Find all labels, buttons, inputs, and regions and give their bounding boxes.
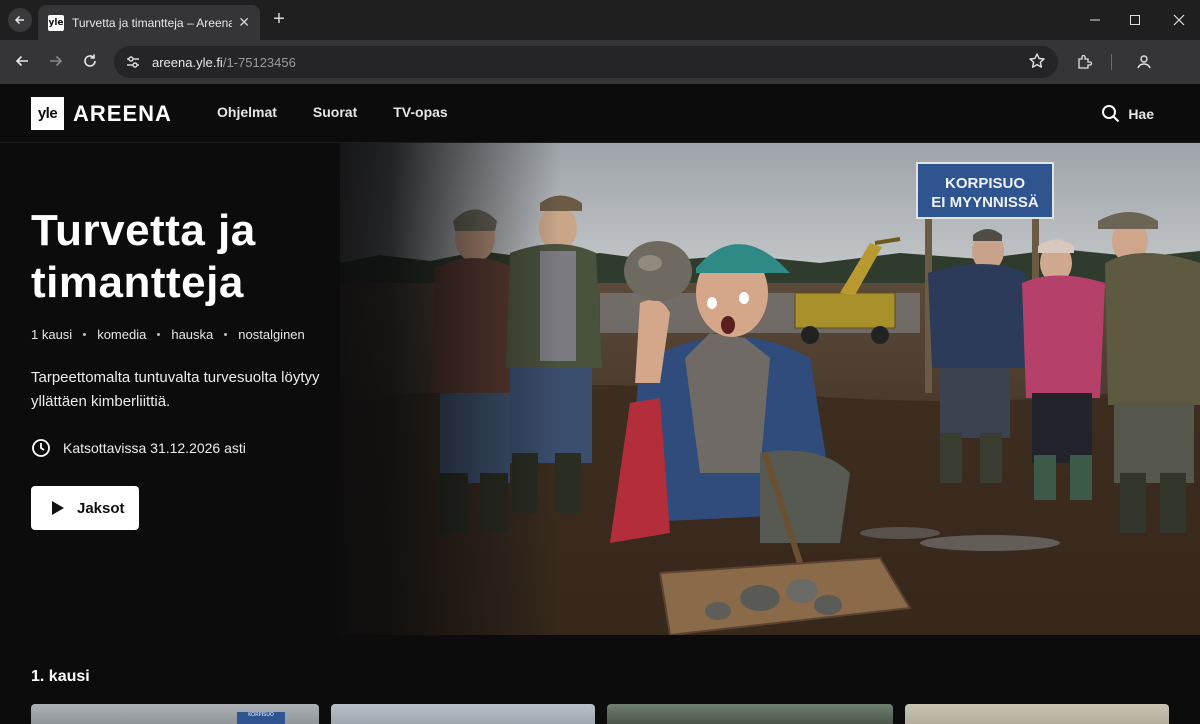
episode-thumbnail[interactable] — [607, 704, 893, 724]
thumbnail-sign-text: KORPISUO — [248, 712, 274, 718]
series-title-line-1: Turvetta ja — [31, 206, 256, 255]
episode-thumbnail[interactable]: KORPISUO — [31, 704, 319, 724]
clock-icon — [32, 439, 50, 457]
series-description: Tarpeettomalta tuntuvalta turvesuolta lö… — [31, 369, 320, 410]
url-text[interactable]: areena.yle.fi/1-75123456 — [152, 55, 296, 70]
close-icon — [1173, 14, 1185, 26]
play-icon — [52, 501, 64, 515]
availability: Katsottavissa 31.12.2026 asti — [31, 438, 371, 458]
minimize-button[interactable] — [1080, 6, 1110, 34]
search-label: Hae — [1128, 105, 1154, 122]
profile-icon — [1137, 55, 1151, 69]
season-heading: 1. kausi — [31, 668, 90, 685]
yle-logo-mark: yle — [31, 97, 64, 130]
areena-logo[interactable]: yle AREENA — [31, 97, 172, 130]
address-bar[interactable]: areena.yle.fi/1-75123456 — [114, 46, 1058, 78]
tab-title: Turvetta ja timantteja – Areena — [72, 15, 233, 30]
availability-text: Katsottavissa 31.12.2026 asti — [63, 440, 246, 456]
reload-icon — [84, 54, 96, 67]
minimize-icon — [1090, 19, 1100, 21]
extensions-button[interactable] — [1071, 48, 1099, 76]
site-info-icon — [127, 56, 139, 68]
back-button[interactable] — [8, 47, 36, 75]
browser-tab-strip: yle Turvetta ja timantteja – Areena ✕ + — [0, 0, 1200, 40]
tab-search-button[interactable] — [8, 8, 32, 32]
window-close-button[interactable] — [1164, 6, 1194, 34]
meta-tag-1: hauska — [171, 327, 214, 342]
site-info-button[interactable] — [118, 48, 148, 76]
hero-content: Turvetta ja timantteja 1 kausi komedia h… — [31, 205, 371, 530]
episodes-button-label: Jaksot — [77, 499, 125, 517]
sign-line-1: KORPISUO — [945, 175, 1025, 192]
extensions-icon — [1078, 54, 1093, 69]
nav-item-tv-opas[interactable]: TV-opas — [393, 104, 447, 120]
search-icon — [1102, 105, 1120, 123]
star-icon — [1029, 53, 1045, 68]
episodes-button[interactable]: Jaksot — [31, 486, 139, 530]
meta-seasons: 1 kausi — [31, 327, 73, 342]
bookmark-star-button[interactable] — [1028, 52, 1046, 75]
toolbar-separator — [1111, 54, 1112, 70]
sign-line-2: EI MYYNNISSÄ — [931, 194, 1039, 211]
hero-banner: KORPISUO EI MYYNNISSÄ Turvetta ja timant… — [0, 143, 1200, 635]
new-tab-button[interactable]: + — [268, 8, 290, 30]
tab-favicon: yle — [48, 14, 64, 31]
meta-separator — [157, 333, 161, 336]
meta-separator — [224, 333, 228, 336]
logo-text: AREENA — [73, 100, 172, 126]
thumbnail-sign: KORPISUO — [237, 712, 285, 724]
forward-button[interactable] — [42, 47, 70, 75]
series-title: Turvetta ja timantteja — [31, 205, 371, 309]
series-meta: 1 kausi komedia hauska nostalginen — [31, 327, 371, 342]
url-host: areena.yle.fi — [152, 54, 223, 70]
maximize-button[interactable] — [1120, 6, 1150, 34]
url-path: /1-75123456 — [222, 54, 296, 70]
nav-item-suorat[interactable]: Suorat — [313, 104, 357, 120]
forward-arrow-icon — [50, 55, 63, 67]
site-header: yle AREENA Ohjelmat Suorat TV-opas Hae — [0, 84, 1200, 143]
series-title-line-2: timantteja — [31, 258, 244, 307]
episode-thumbnail[interactable] — [905, 704, 1169, 724]
episode-thumbnail[interactable] — [331, 704, 595, 724]
meta-genre: komedia — [97, 327, 147, 342]
browser-tab-active[interactable]: yle Turvetta ja timantteja – Areena ✕ — [38, 5, 260, 40]
search-button[interactable]: Hae — [1101, 104, 1154, 123]
close-icon[interactable]: ✕ — [238, 14, 250, 31]
back-arrow-icon — [14, 15, 24, 25]
meta-tag-2: nostalginen — [238, 327, 305, 342]
maximize-icon — [1130, 15, 1140, 25]
nav-item-ohjelmat[interactable]: Ohjelmat — [217, 104, 277, 120]
reload-button[interactable] — [76, 47, 104, 75]
main-nav: Ohjelmat Suorat TV-opas — [217, 104, 448, 120]
profile-button[interactable] — [1130, 48, 1158, 76]
meta-separator — [83, 333, 87, 336]
back-arrow-icon — [15, 55, 28, 67]
